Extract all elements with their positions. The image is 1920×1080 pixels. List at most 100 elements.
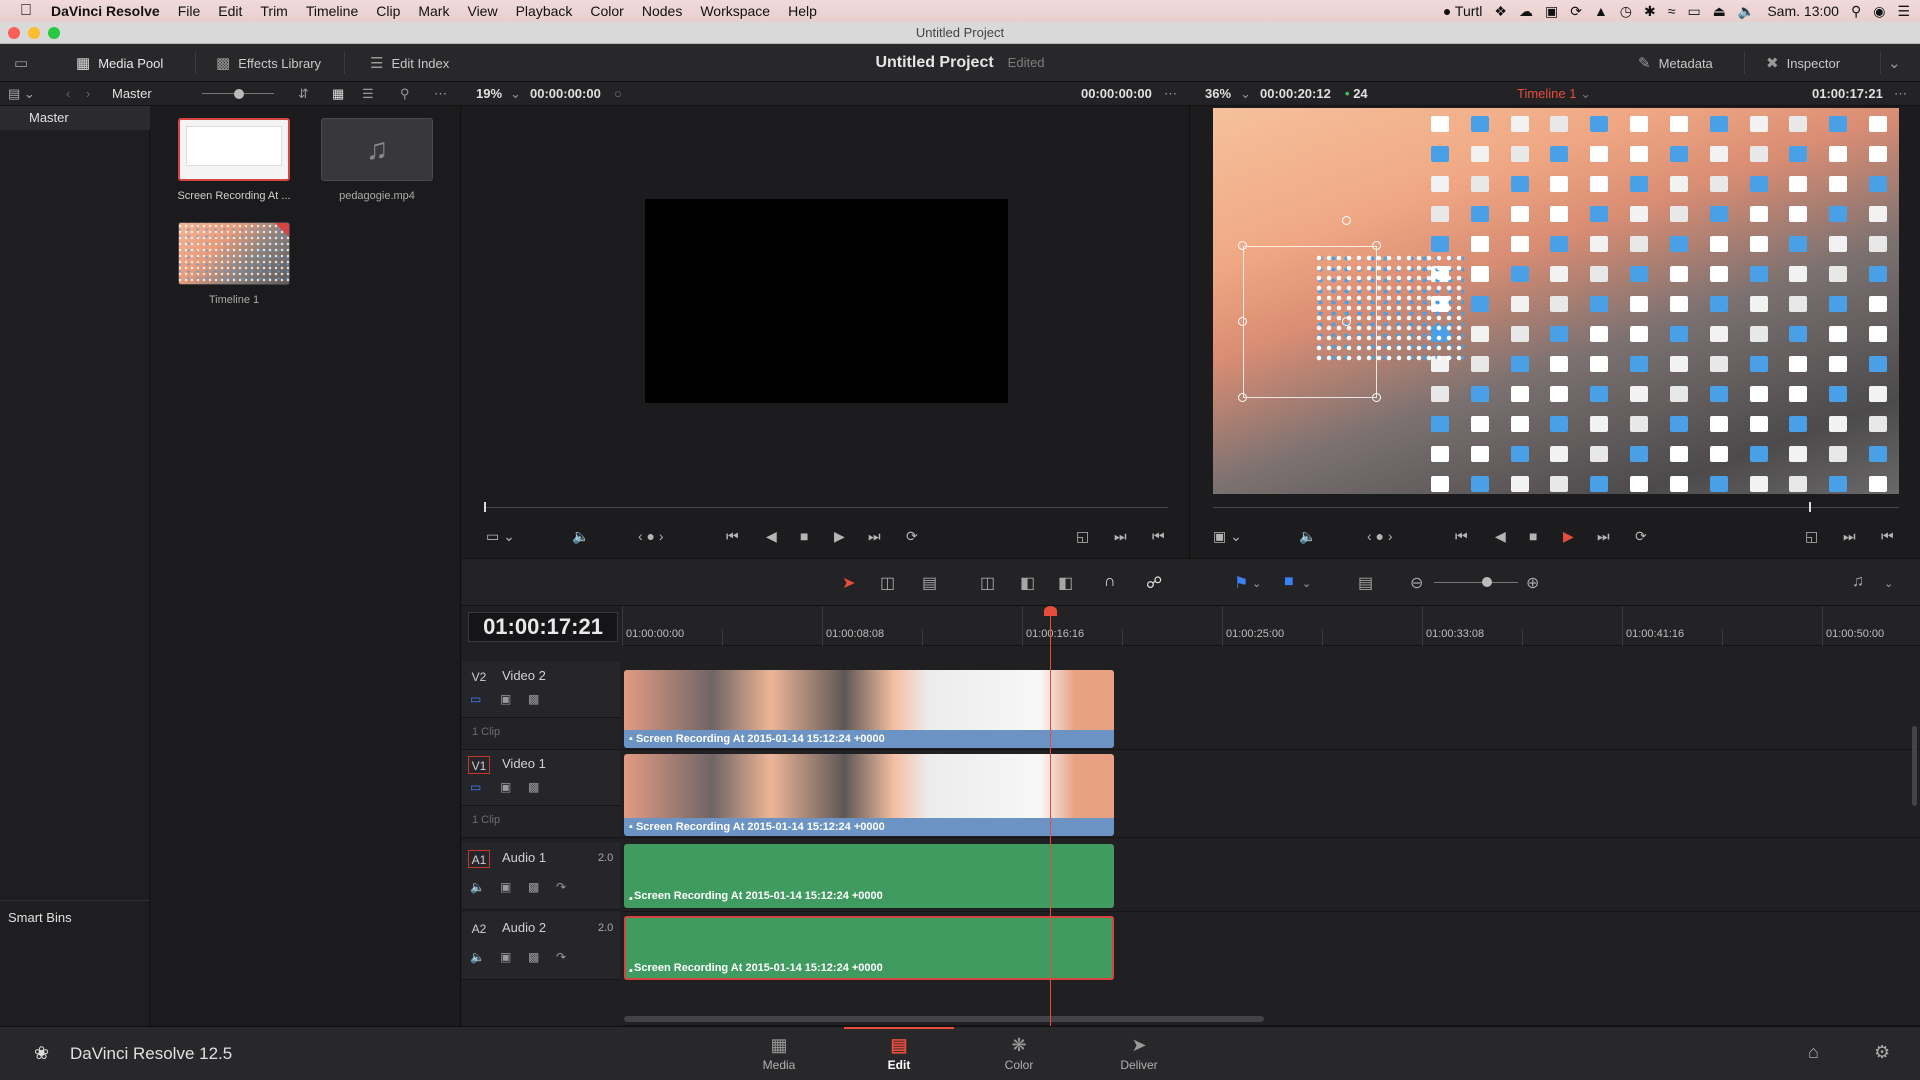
track-lock-icon[interactable]: ▣ <box>500 880 511 894</box>
home-icon[interactable]: ⌂ <box>1808 1042 1819 1063</box>
transform-handle[interactable] <box>1342 216 1351 225</box>
clip-label[interactable]: Timeline 1 <box>169 294 299 306</box>
siri-icon[interactable]: ◉ <box>1873 3 1885 20</box>
timeline-horizontal-scrollbar[interactable] <box>624 1016 1264 1022</box>
track-row-v2[interactable]: ▪ Screen Recording At 2015-01-14 15:12:2… <box>622 662 1920 750</box>
source-match-frame-icon[interactable]: ◱ <box>1076 528 1089 545</box>
source-zoom-chevron-icon[interactable]: ⌄ <box>510 82 521 106</box>
spotlight-icon[interactable]: ⚲ <box>1851 3 1861 20</box>
timeline-scrub-head[interactable] <box>1809 502 1811 512</box>
minimize-window-button[interactable] <box>28 27 40 39</box>
workspace-toggle-button[interactable]: ▭ <box>14 44 28 82</box>
transform-handle[interactable] <box>1238 393 1247 402</box>
apple-icon[interactable]:  <box>0 2 42 20</box>
timeline-mark-in-icon[interactable]: ⏭ <box>1843 528 1856 545</box>
insert-clip-icon[interactable]: ◫ <box>980 573 995 593</box>
timeline-name-dropdown[interactable]: Timeline 1 ⌄ <box>1517 82 1591 106</box>
track-auto-select-icon[interactable]: ▩ <box>528 780 539 794</box>
clip-thumbnail-pedagogie[interactable]: ♫ <box>321 118 433 181</box>
source-loop-icon[interactable]: ⟳ <box>906 528 918 545</box>
page-color[interactable]: ❋ Color <box>964 1035 1074 1072</box>
timeline-scrubber[interactable] <box>1213 507 1899 508</box>
video-clip-v2[interactable]: ▪ Screen Recording At 2015-01-14 15:12:2… <box>624 670 1114 748</box>
timeline-view-options-icon[interactable]: ▣ ⌄ <box>1213 528 1242 545</box>
flag-chevron-icon[interactable]: ⌄ <box>1252 577 1261 590</box>
track-code[interactable]: V2 <box>468 668 490 686</box>
timeline-go-end-icon[interactable]: ⏭ <box>1597 528 1610 545</box>
trim-tool-icon[interactable]: ◫ <box>880 573 895 593</box>
transform-handle[interactable] <box>1342 317 1351 326</box>
replace-clip-icon[interactable]: ◧ <box>1058 573 1073 593</box>
status-user[interactable]: ● Turtl <box>1443 3 1483 19</box>
page-media[interactable]: ▦ Media <box>724 1035 834 1072</box>
sort-icon[interactable]: ⇵ <box>298 82 309 106</box>
marker-chevron-icon[interactable]: ⌄ <box>1302 577 1311 590</box>
effects-library-button[interactable]: ▩ Effects Library <box>216 44 321 82</box>
photo-icon[interactable]: ▣ <box>1545 3 1558 20</box>
playhead-handle[interactable] <box>1044 606 1057 616</box>
zoom-window-button[interactable] <box>48 27 60 39</box>
track-row-a1[interactable]: ▪ Screen Recording At 2015-01-14 15:12:2… <box>622 842 1920 912</box>
timeline-jog-control[interactable]: ‹ ● › <box>1367 528 1393 544</box>
list-view-icon[interactable]: ☰ <box>362 82 374 106</box>
source-scrubber[interactable] <box>484 507 1168 508</box>
track-auto-select-icon[interactable]: ▩ <box>528 950 539 964</box>
sidebar-toggle-icon[interactable]: ▤ ⌄ <box>8 82 35 106</box>
timeline-viewer-options-icon[interactable]: ⋯ <box>1894 82 1907 106</box>
wifi-icon[interactable]: ≈ <box>1668 3 1676 19</box>
track-name[interactable]: Video 1 <box>502 756 546 771</box>
timeline-zoom-slider-knob[interactable] <box>1482 577 1492 587</box>
search-icon[interactable]: ⚲ <box>400 82 410 106</box>
track-row-a2[interactable]: ▪ Screen Recording At 2015-01-14 15:12:2… <box>622 912 1920 1026</box>
timeline-step-back-icon[interactable]: ◀ <box>1495 528 1506 545</box>
audio-tools-chevron-icon[interactable]: ⌄ <box>1884 577 1893 590</box>
playhead[interactable] <box>1050 606 1051 1026</box>
audio-tools-icon[interactable]: ♫ <box>1852 573 1864 591</box>
nav-forward-icon[interactable]: › <box>86 82 90 106</box>
timeline-zoom[interactable]: 36% <box>1205 82 1231 106</box>
menu-edit[interactable]: Edit <box>209 3 251 19</box>
menu-app-name[interactable]: DaVinci Resolve <box>42 3 169 19</box>
source-jog-control[interactable]: ‹ ● › <box>638 528 664 544</box>
bluetooth-icon[interactable]: ✱ <box>1644 3 1656 20</box>
media-pool-button[interactable]: ▦ Media Pool <box>76 44 163 82</box>
track-code[interactable]: A1 <box>468 850 490 868</box>
close-window-button[interactable] <box>8 27 20 39</box>
source-mark-out-icon[interactable]: ⏮ <box>1152 528 1165 545</box>
nav-back-icon[interactable]: ‹ <box>66 82 70 106</box>
dropbox-icon[interactable]: ❖ <box>1494 3 1507 20</box>
track-curve-icon[interactable]: ↷ <box>556 880 566 894</box>
menu-view[interactable]: View <box>458 3 506 19</box>
track-auto-select-icon[interactable]: ▩ <box>528 692 539 706</box>
source-go-end-icon[interactable]: ⏭ <box>868 528 881 545</box>
linked-selection-icon[interactable]: ☍ <box>1146 573 1162 593</box>
source-options-icon[interactable]: ⋯ <box>1164 82 1177 106</box>
panel-options-button[interactable]: ⌄ <box>1888 44 1901 82</box>
menu-trim[interactable]: Trim <box>251 3 296 19</box>
sync-icon[interactable]: ⟳ <box>1570 3 1582 20</box>
timeline-zoom-slider[interactable] <box>1434 582 1518 583</box>
video-clip-v1[interactable]: ▪ Screen Recording At 2015-01-14 15:12:2… <box>624 754 1114 836</box>
inspector-button[interactable]: ✖ Inspector <box>1766 44 1840 82</box>
track-enable-icon[interactable]: ▭ <box>470 692 481 706</box>
menu-help[interactable]: Help <box>779 3 826 19</box>
track-enable-icon[interactable]: ▭ <box>470 780 481 794</box>
track-speaker-icon[interactable]: 🔈 <box>470 880 485 894</box>
notification-center-icon[interactable]: ☰ <box>1897 3 1910 20</box>
timeline-match-frame-icon[interactable]: ◱ <box>1805 528 1818 545</box>
timeline-thumbnail[interactable] <box>178 222 290 285</box>
time-machine-icon[interactable]: ◷ <box>1620 3 1632 20</box>
selection-tool-icon[interactable]: ➤ <box>842 573 855 593</box>
track-lock-icon[interactable]: ▣ <box>500 950 511 964</box>
source-viewer[interactable]: ▭ ⌄ 🔈 ‹ ● › ⏮ ◀ ■ ▶ ⏭ ⟳ ◱ ⏭ ⏮ <box>462 106 1190 558</box>
source-view-options-icon[interactable]: ▭ ⌄ <box>486 528 515 545</box>
audio-clip-a1[interactable]: ▪ Screen Recording At 2015-01-14 15:12:2… <box>624 844 1114 908</box>
menubar-clock[interactable]: Sam. 13:00 <box>1767 3 1839 19</box>
thumbnail-view-icon[interactable]: ▦ <box>332 82 344 106</box>
source-play-icon[interactable]: ▶ <box>834 528 845 545</box>
blade-tool-icon[interactable]: ▤ <box>922 573 937 593</box>
transform-handle[interactable] <box>1238 241 1247 250</box>
track-auto-select-icon[interactable]: ▩ <box>528 880 539 894</box>
track-header-v2[interactable]: V2 Video 2 ▭ ▣ ▩ <box>462 662 620 718</box>
clip-label[interactable]: pedagogie.mp4 <box>312 190 442 202</box>
